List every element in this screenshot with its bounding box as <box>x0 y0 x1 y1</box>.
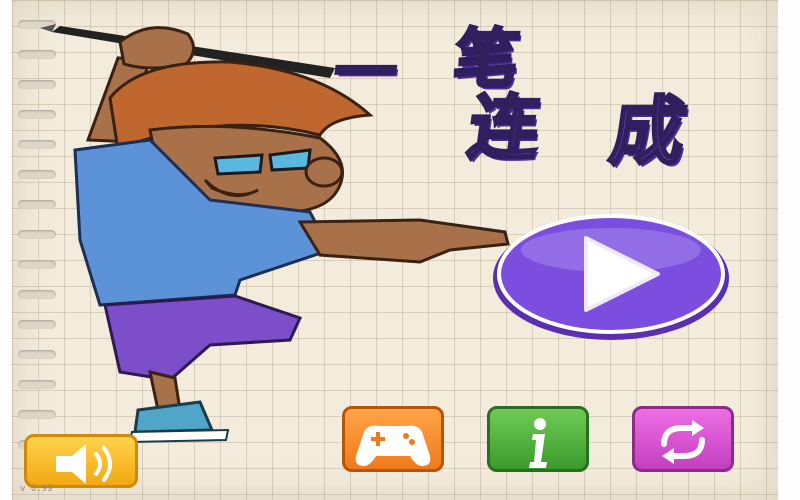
play-icon <box>493 214 729 340</box>
swap-button[interactable] <box>628 404 738 480</box>
info-button[interactable] <box>483 404 593 480</box>
title-char-1: 一 <box>328 35 403 111</box>
play-button[interactable] <box>490 210 732 342</box>
title-char-4: 成 <box>604 88 693 177</box>
version-label: v 0.99 <box>20 484 53 494</box>
title-char-3: 连 <box>462 86 547 171</box>
info-icon <box>529 418 547 468</box>
gamepad-icon <box>355 425 431 466</box>
games-button[interactable] <box>338 404 448 480</box>
game-menu-screen: 一 笔 连 成 v 0.99 <box>0 0 800 500</box>
swap-icon <box>661 420 705 464</box>
